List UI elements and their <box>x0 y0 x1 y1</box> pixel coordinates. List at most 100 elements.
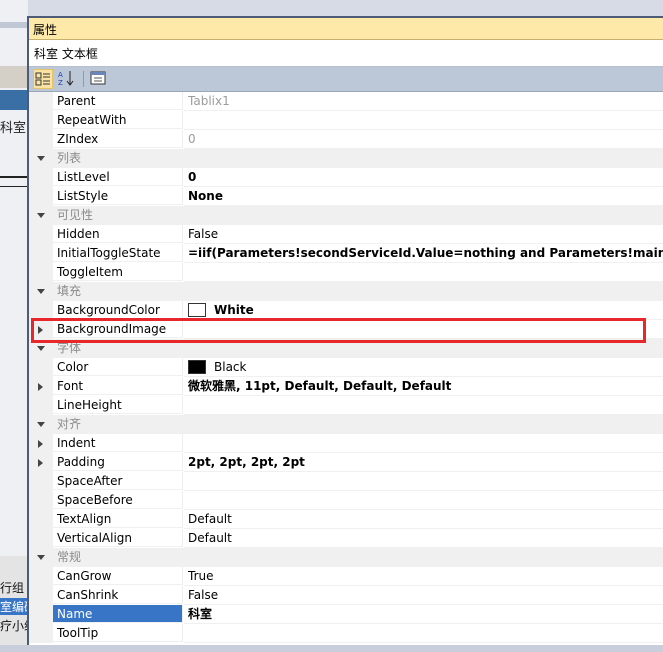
property-row[interactable]: Font 微软雅黑, 11pt, Default, Default, Defaul… <box>29 377 663 396</box>
property-value[interactable] <box>184 624 663 643</box>
property-row[interactable]: CanShrink False <box>29 586 663 605</box>
property-name[interactable]: LineHeight <box>53 396 183 414</box>
collapse-arrow-icon[interactable] <box>37 346 45 351</box>
property-name[interactable]: ToggleItem <box>53 263 183 281</box>
category-label: 列表 <box>53 149 663 168</box>
property-value[interactable]: Tablix1 <box>184 92 663 111</box>
category-row[interactable]: 填充 <box>29 282 663 301</box>
property-name[interactable]: ListStyle <box>53 187 183 205</box>
alphabetical-sort-icon: A Z <box>58 71 74 87</box>
property-pages-icon <box>90 71 106 85</box>
property-row[interactable]: LineHeight <box>29 396 663 415</box>
property-row[interactable]: Color Black <box>29 358 663 377</box>
property-pages-button[interactable] <box>89 69 109 89</box>
property-row[interactable]: ToggleItem <box>29 263 663 282</box>
property-name[interactable]: Padding <box>53 453 183 471</box>
property-row[interactable]: ListLevel 0 <box>29 168 663 187</box>
collapse-arrow-icon[interactable] <box>37 555 45 560</box>
property-name[interactable]: Parent <box>53 92 183 110</box>
property-name[interactable]: VerticalAlign <box>53 529 183 547</box>
window-title: 属性 <box>33 23 58 37</box>
row-gutter <box>29 377 53 396</box>
property-value[interactable]: False <box>184 225 663 244</box>
property-value[interactable]: 0 <box>184 168 663 187</box>
object-selector[interactable]: 科室 文本框 <box>29 40 663 67</box>
row-gutter <box>29 529 53 548</box>
property-row[interactable]: SpaceAfter <box>29 472 663 491</box>
row-gutter <box>29 263 53 282</box>
background-group-item[interactable]: 室编码 <box>0 598 28 615</box>
expand-arrow-icon[interactable] <box>38 440 43 448</box>
property-row[interactable]: ZIndex 0 <box>29 130 663 149</box>
property-row[interactable]: TextAlign Default <box>29 510 663 529</box>
property-name[interactable]: CanGrow <box>53 567 183 585</box>
property-name[interactable]: TextAlign <box>53 510 183 528</box>
property-row[interactable]: Indent <box>29 434 663 453</box>
categorized-button[interactable] <box>33 69 53 89</box>
property-name[interactable]: ToolTip <box>53 624 183 642</box>
property-value[interactable]: None <box>184 187 663 206</box>
property-row[interactable]: RepeatWith <box>29 111 663 130</box>
row-gutter <box>29 548 53 567</box>
property-value[interactable]: 2pt, 2pt, 2pt, 2pt <box>184 453 663 472</box>
property-value[interactable]: Black <box>184 358 663 377</box>
expand-arrow-icon[interactable] <box>38 459 43 467</box>
property-value[interactable]: =iif(Parameters!secondServiceId.Value=no… <box>184 244 663 263</box>
property-row[interactable]: VerticalAlign Default <box>29 529 663 548</box>
color-swatch <box>188 360 206 374</box>
property-row[interactable]: Name 科室 <box>29 605 663 624</box>
property-name[interactable]: CanShrink <box>53 586 183 604</box>
property-value[interactable] <box>184 491 663 510</box>
property-name[interactable]: Indent <box>53 434 183 452</box>
background-group-item[interactable]: 疗小组 <box>0 617 28 634</box>
property-name[interactable]: ZIndex <box>53 130 183 148</box>
property-value[interactable]: 科室 <box>184 605 663 624</box>
property-name[interactable]: Name <box>53 605 183 623</box>
properties-window: 属性 科室 文本框 A Z Parent Tablix1 RepeatWith … <box>27 16 663 645</box>
collapse-arrow-icon[interactable] <box>37 156 45 161</box>
property-value[interactable]: 0 <box>184 130 663 149</box>
collapse-arrow-icon[interactable] <box>37 289 45 294</box>
property-name[interactable]: Color <box>53 358 183 376</box>
expand-arrow-icon[interactable] <box>38 383 43 391</box>
category-row[interactable]: 常规 <box>29 548 663 567</box>
property-name[interactable]: SpaceBefore <box>53 491 183 509</box>
property-value[interactable] <box>184 434 663 453</box>
property-value[interactable] <box>184 263 663 282</box>
property-name[interactable]: InitialToggleState <box>53 244 183 262</box>
property-name[interactable]: BackgroundColor <box>53 301 183 319</box>
category-label: 填充 <box>53 282 663 301</box>
alphabetical-button[interactable]: A Z <box>57 69 77 89</box>
property-name[interactable]: RepeatWith <box>53 111 183 129</box>
property-row[interactable]: Parent Tablix1 <box>29 92 663 111</box>
property-value[interactable]: Default <box>184 529 663 548</box>
row-gutter <box>29 396 53 415</box>
properties-toolbar: A Z <box>29 67 663 92</box>
property-row[interactable]: CanGrow True <box>29 567 663 586</box>
collapse-arrow-icon[interactable] <box>37 422 45 427</box>
property-row[interactable]: InitialToggleState =iif(Parameters!second… <box>29 244 663 263</box>
background-group-item[interactable]: 行组 <box>0 579 24 596</box>
property-value[interactable] <box>184 396 663 415</box>
property-value[interactable]: True <box>184 567 663 586</box>
property-value[interactable] <box>184 111 663 130</box>
property-name[interactable]: Hidden <box>53 225 183 243</box>
property-row[interactable]: ToolTip <box>29 624 663 643</box>
property-row[interactable]: SpaceBefore <box>29 491 663 510</box>
category-row[interactable]: 可见性 <box>29 206 663 225</box>
collapse-arrow-icon[interactable] <box>37 213 45 218</box>
property-row[interactable]: ListStyle None <box>29 187 663 206</box>
property-name[interactable]: SpaceAfter <box>53 472 183 490</box>
property-name[interactable]: ListLevel <box>53 168 183 186</box>
property-row[interactable]: Hidden False <box>29 225 663 244</box>
category-row[interactable]: 对齐 <box>29 415 663 434</box>
property-row[interactable]: Padding 2pt, 2pt, 2pt, 2pt <box>29 453 663 472</box>
property-value[interactable] <box>184 472 663 491</box>
property-value[interactable]: False <box>184 586 663 605</box>
row-gutter <box>29 491 53 510</box>
properties-titlebar[interactable]: 属性 <box>29 18 663 40</box>
property-value[interactable]: Default <box>184 510 663 529</box>
property-name[interactable]: Font <box>53 377 183 395</box>
category-row[interactable]: 列表 <box>29 149 663 168</box>
property-value[interactable]: 微软雅黑, 11pt, Default, Default, Default <box>184 377 663 396</box>
